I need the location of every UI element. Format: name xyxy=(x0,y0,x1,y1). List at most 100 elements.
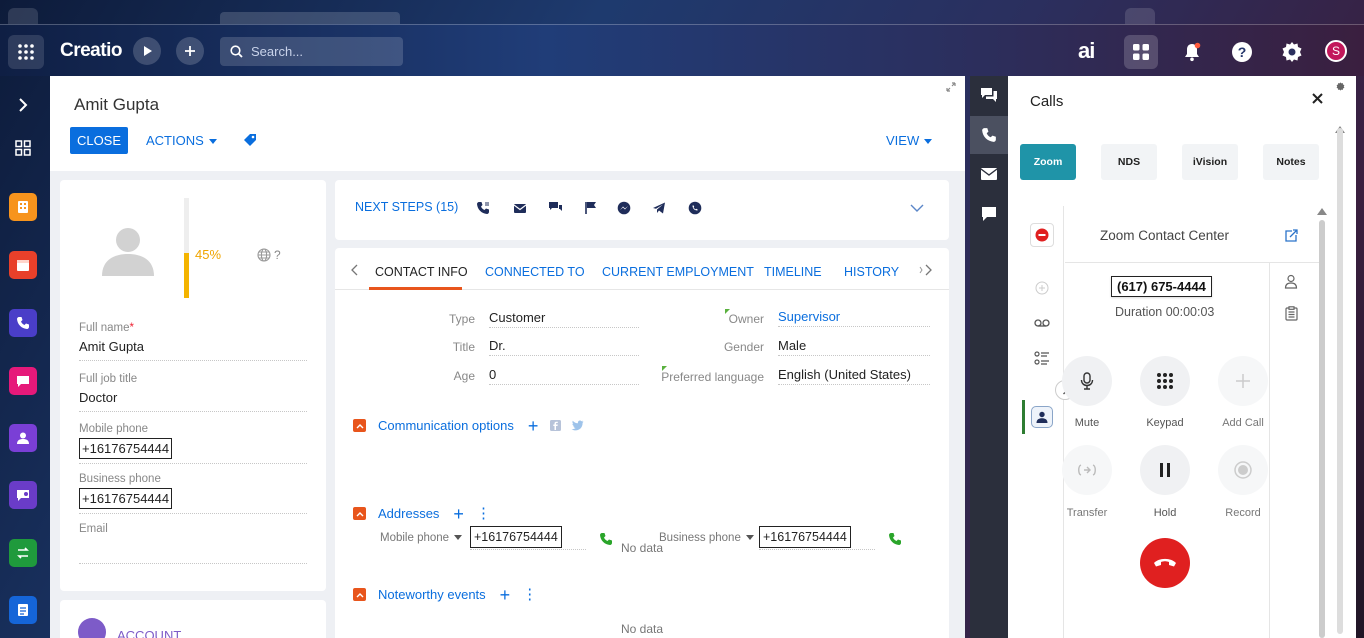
chats-panel-icon[interactable] xyxy=(970,76,1008,114)
more-options-icon[interactable]: ⋮ xyxy=(476,506,491,521)
exchange-app-icon[interactable] xyxy=(9,539,37,567)
section-title[interactable]: Addresses xyxy=(378,506,439,521)
flag-action-icon[interactable] xyxy=(585,201,597,215)
chats-app-icon[interactable] xyxy=(9,367,37,395)
business-phone-value[interactable]: +16176754444 xyxy=(79,488,173,509)
user-avatar[interactable]: S xyxy=(1325,40,1347,62)
global-search-input[interactable]: Search... xyxy=(220,37,403,66)
section-title[interactable]: Noteworthy events xyxy=(378,587,486,602)
owner-link[interactable]: Supervisor xyxy=(778,307,930,327)
close-button[interactable]: CLOSE xyxy=(70,127,128,154)
collapse-section-icon[interactable] xyxy=(353,588,366,601)
email-field[interactable]: Email xyxy=(79,523,307,564)
collapse-section-icon[interactable] xyxy=(353,419,366,432)
mobile-phone-value[interactable]: +16176754444 xyxy=(79,438,173,459)
contact-photo-placeholder-icon[interactable] xyxy=(100,224,156,276)
help-icon[interactable]: ? xyxy=(1227,37,1257,67)
contacts-app-icon[interactable] xyxy=(9,424,37,452)
provider-tab-nds[interactable]: NDS xyxy=(1101,144,1157,180)
pop-out-icon[interactable] xyxy=(1284,229,1298,243)
transfer-button[interactable] xyxy=(1062,445,1112,495)
full-name-input[interactable]: Amit Gupta xyxy=(79,339,307,361)
voicemail-icon[interactable] xyxy=(1034,318,1050,328)
facebook-icon[interactable] xyxy=(550,420,562,431)
hang-up-button[interactable] xyxy=(1140,538,1190,588)
fullscreen-icon[interactable] xyxy=(946,82,956,92)
add-icon[interactable]: + xyxy=(453,505,464,523)
telegram-action-icon[interactable] xyxy=(652,201,666,215)
tab-timeline[interactable]: TIMELINE xyxy=(764,265,822,279)
preferred-language-input[interactable]: English (United States) xyxy=(778,365,930,385)
calls-app-icon[interactable] xyxy=(9,309,37,337)
creatio-logo[interactable]: Creatio xyxy=(60,40,122,62)
tabs-scroll-left-icon[interactable] xyxy=(351,264,359,276)
calls-panel-icon[interactable] xyxy=(970,116,1008,154)
type-input[interactable]: Customer xyxy=(489,308,639,328)
view-button[interactable]: VIEW xyxy=(886,133,933,148)
scroll-up-arrow[interactable] xyxy=(1317,208,1327,215)
gender-input[interactable]: Male xyxy=(778,336,930,356)
tab-history[interactable]: HISTORY xyxy=(844,265,899,279)
dashboards-icon[interactable] xyxy=(9,134,37,162)
tag-icon[interactable] xyxy=(243,133,257,147)
chat-action-icon[interactable] xyxy=(548,201,563,215)
run-process-icon[interactable] xyxy=(133,37,161,65)
add-icon[interactable] xyxy=(1035,281,1049,295)
job-title-field[interactable]: Full job title Doctor xyxy=(79,373,307,412)
documents-app-icon[interactable] xyxy=(9,596,37,624)
zoom-scrollbar[interactable] xyxy=(1319,220,1325,638)
panel-settings-icon[interactable] xyxy=(1336,82,1345,91)
record-button[interactable] xyxy=(1218,445,1268,495)
messenger-action-icon[interactable] xyxy=(617,201,631,215)
email-action-icon[interactable] xyxy=(513,201,527,215)
age-input[interactable]: 0 xyxy=(489,365,639,385)
apps-icon[interactable] xyxy=(1124,35,1158,69)
job-title-input[interactable]: Doctor xyxy=(79,390,307,412)
tabs-scroll-right-icon[interactable] xyxy=(919,264,933,276)
actions-button[interactable]: ACTIONS xyxy=(146,133,217,148)
mobile-phone-input[interactable]: +16176754444 xyxy=(79,438,307,464)
business-phone-field[interactable]: Business phone +16176754444 xyxy=(79,473,307,514)
tab-contact-info[interactable]: CONTACT INFO xyxy=(375,265,468,279)
email-panel-icon[interactable] xyxy=(970,155,1008,193)
title-input[interactable]: Dr. xyxy=(489,336,639,356)
queue-list-icon[interactable] xyxy=(1034,351,1050,365)
full-name-field[interactable]: Full name* Amit Gupta xyxy=(79,322,307,361)
notifications-bell-icon[interactable] xyxy=(1177,37,1207,67)
account-card[interactable]: ACCOUNT xyxy=(60,600,326,638)
mute-button[interactable] xyxy=(1062,356,1112,406)
settings-gear-icon[interactable] xyxy=(1277,37,1307,67)
messages-app-icon[interactable] xyxy=(9,481,37,509)
timezone-indicator[interactable]: ? xyxy=(257,248,281,262)
add-icon[interactable]: + xyxy=(528,417,539,435)
business-phone-input[interactable]: +16176754444 xyxy=(79,488,307,514)
twitter-icon[interactable] xyxy=(571,420,584,431)
section-title[interactable]: Communication options xyxy=(378,418,514,433)
ai-copilot-icon[interactable]: ai xyxy=(1078,38,1095,64)
provider-tab-ivision[interactable]: iVision xyxy=(1182,144,1238,180)
contact-profile-icon[interactable] xyxy=(1284,274,1298,289)
expand-sidebar-icon[interactable] xyxy=(9,91,37,119)
calendar-app-icon[interactable] xyxy=(9,251,37,279)
keypad-button[interactable] xyxy=(1140,356,1190,406)
tab-current-employment[interactable]: CURRENT EMPLOYMENT xyxy=(602,265,754,279)
add-call-button[interactable] xyxy=(1218,356,1268,406)
hold-button[interactable] xyxy=(1140,445,1190,495)
provider-tab-notes[interactable]: Notes xyxy=(1263,144,1319,180)
accounts-app-icon[interactable] xyxy=(9,193,37,221)
close-icon[interactable] xyxy=(1311,92,1324,105)
status-busy-icon[interactable] xyxy=(1030,223,1054,247)
add-icon[interactable]: + xyxy=(500,586,511,604)
more-options-icon[interactable]: ⋮ xyxy=(522,587,537,602)
clipboard-notes-icon[interactable] xyxy=(1285,306,1298,321)
next-steps-link[interactable]: NEXT STEPS (15) xyxy=(355,200,458,214)
tab-connected-to[interactable]: CONNECTED TO xyxy=(485,265,585,279)
mobile-phone-field[interactable]: Mobile phone +16176754444 xyxy=(79,423,307,464)
collapse-section-icon[interactable] xyxy=(353,507,366,520)
chevron-down-icon[interactable] xyxy=(910,204,924,213)
email-input[interactable] xyxy=(79,540,307,564)
call-action-icon[interactable] xyxy=(476,201,490,215)
add-record-icon[interactable] xyxy=(176,37,204,65)
feed-panel-icon[interactable] xyxy=(970,195,1008,233)
app-menu-icon[interactable] xyxy=(8,35,44,69)
